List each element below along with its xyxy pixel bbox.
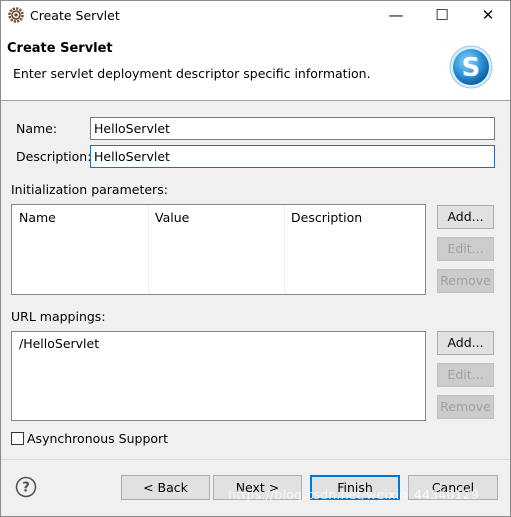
description-input[interactable]: HelloServlet — [90, 145, 495, 168]
init-params-remove-button[interactable]: Remove — [437, 269, 494, 293]
eclipse-gear-icon — [8, 7, 24, 23]
help-icon[interactable]: ? — [15, 476, 37, 498]
url-mappings-label: URL mappings: — [11, 309, 106, 324]
window-title: Create Servlet — [30, 8, 120, 23]
close-button[interactable]: ✕ — [465, 0, 511, 31]
maximize-button[interactable]: ☐ — [419, 0, 465, 31]
init-params-label: Initialization parameters: — [11, 182, 168, 197]
name-input[interactable]: HelloServlet — [90, 117, 495, 140]
logo-letter: S — [462, 53, 481, 83]
description-label: Description: — [16, 149, 92, 164]
column-header-name[interactable]: Name — [19, 210, 56, 225]
back-button[interactable]: < Back — [121, 475, 210, 500]
column-header-description[interactable]: Description — [291, 210, 362, 225]
url-mappings-add-button[interactable]: Add... — [437, 331, 494, 355]
init-params-add-button[interactable]: Add... — [437, 205, 494, 229]
page-description: Enter servlet deployment descriptor spec… — [13, 66, 371, 81]
name-label: Name: — [16, 121, 58, 136]
init-params-edit-button[interactable]: Edit... — [437, 237, 494, 261]
svg-text:?: ? — [22, 481, 30, 496]
footer-divider — [1, 459, 510, 460]
title-bar[interactable]: Create Servlet — ☐ ✕ — [0, 0, 511, 31]
page-title: Create Servlet — [7, 41, 113, 56]
servlet-logo-icon: S — [449, 45, 493, 89]
wizard-header: Create Servlet Enter servlet deployment … — [1, 31, 510, 101]
async-support-checkbox[interactable] — [11, 432, 24, 445]
column-separator[interactable] — [148, 205, 149, 294]
url-mappings-remove-button[interactable]: Remove — [437, 395, 494, 419]
minimize-button[interactable]: — — [373, 0, 419, 31]
watermark-text: https://blog.csdn.net/weixin_44340129 — [228, 487, 480, 502]
url-mappings-edit-button[interactable]: Edit... — [437, 363, 494, 387]
async-support-label[interactable]: Asynchronous Support — [27, 431, 168, 447]
column-header-value[interactable]: Value — [155, 210, 189, 225]
column-separator[interactable] — [284, 205, 285, 294]
url-mappings-list[interactable]: /HelloServlet — [11, 331, 426, 421]
init-params-table[interactable]: Name Value Description — [11, 204, 426, 295]
list-item[interactable]: /HelloServlet — [19, 336, 99, 351]
